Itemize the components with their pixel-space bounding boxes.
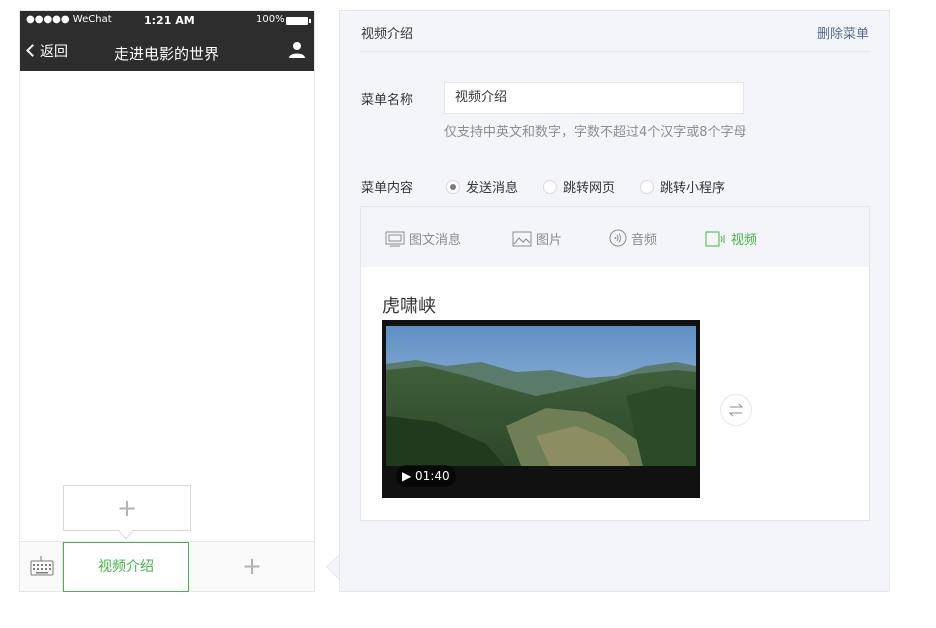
profile-icon[interactable] <box>288 41 306 59</box>
chevron-left-icon <box>26 44 39 57</box>
custom-menu-bar: 视频介绍 + <box>20 541 314 592</box>
keyboard-toggle-button[interactable] <box>20 542 63 592</box>
phone-header: ●●●●● WeChat 1:21 AM 100% 返回 走进电影的世界 <box>20 11 314 71</box>
radio-open-webpage[interactable]: 跳转网页 <box>543 177 615 196</box>
divider <box>360 51 870 52</box>
radio-checked-icon <box>446 180 460 194</box>
radio-label: 发送消息 <box>466 181 519 196</box>
video-preview[interactable]: ▶ 01:40 <box>382 320 700 498</box>
tab-video[interactable]: 视频 <box>705 229 757 248</box>
add-submenu-button[interactable]: + <box>63 485 191 531</box>
tab-audio[interactable]: 音频 <box>609 229 657 248</box>
menu-item-video-intro[interactable]: 视频介绍 <box>63 542 189 592</box>
menu-editor-panel: 视频介绍 删除菜单 菜单名称 视频介绍 仅支持中英文和数字，字数不超过4个汉字或… <box>339 10 890 592</box>
radio-unchecked-icon <box>543 180 557 194</box>
radio-label: 跳转小程序 <box>660 181 726 196</box>
delete-menu-link[interactable]: 删除菜单 <box>817 23 869 42</box>
menu-name-input[interactable]: 视频介绍 <box>444 82 744 114</box>
menu-content-label: 菜单内容 <box>361 181 414 196</box>
editor-title: 视频介绍 <box>361 27 414 42</box>
radio-unchecked-icon <box>640 180 654 194</box>
keyboard-icon <box>30 556 54 576</box>
add-menu-button[interactable]: + <box>190 542 314 592</box>
back-label: 返回 <box>40 44 68 60</box>
radio-open-miniprogram[interactable]: 跳转小程序 <box>640 177 725 196</box>
back-button[interactable]: 返回 <box>26 41 68 61</box>
radio-send-message[interactable]: 发送消息 <box>446 177 518 196</box>
content-type-tabs: 图文消息 图片 音频 视频 <box>361 207 869 267</box>
tab-label: 图文消息 <box>409 233 462 248</box>
status-bar: ●●●●● WeChat 1:21 AM 100% <box>20 11 314 31</box>
tab-label: 图片 <box>536 233 563 248</box>
video-thumbnail <box>386 326 696 479</box>
tab-label: 音频 <box>631 233 658 248</box>
video-title: 虎啸峡 <box>382 296 436 317</box>
carrier-label: ●●●●● WeChat <box>26 14 112 25</box>
swap-video-button[interactable] <box>720 394 752 426</box>
tab-image[interactable]: 图片 <box>512 229 562 248</box>
account-title: 走进电影的世界 <box>114 45 220 63</box>
audio-icon <box>609 229 627 247</box>
radio-label: 跳转网页 <box>563 181 616 196</box>
video-icon <box>705 231 725 247</box>
tab-news-article[interactable]: 图文消息 <box>385 229 461 248</box>
tab-label: 视频 <box>731 233 758 248</box>
news-icon <box>385 231 405 247</box>
menu-name-hint: 仅支持中英文和数字，字数不超过4个汉字或8个字母 <box>444 125 747 140</box>
battery-percent: 100% <box>256 14 285 25</box>
image-icon <box>512 231 532 247</box>
content-editor-box: 图文消息 图片 音频 视频 虎啸峡 ▶ 01:40 <box>360 206 870 521</box>
video-duration: ▶ 01:40 <box>396 465 456 487</box>
swap-icon <box>728 403 744 417</box>
phone-preview: ●●●●● WeChat 1:21 AM 100% 返回 走进电影的世界 + 视… <box>19 10 315 592</box>
menu-name-label: 菜单名称 <box>361 93 414 108</box>
battery-icon <box>286 17 311 25</box>
status-time: 1:21 AM <box>144 14 195 27</box>
